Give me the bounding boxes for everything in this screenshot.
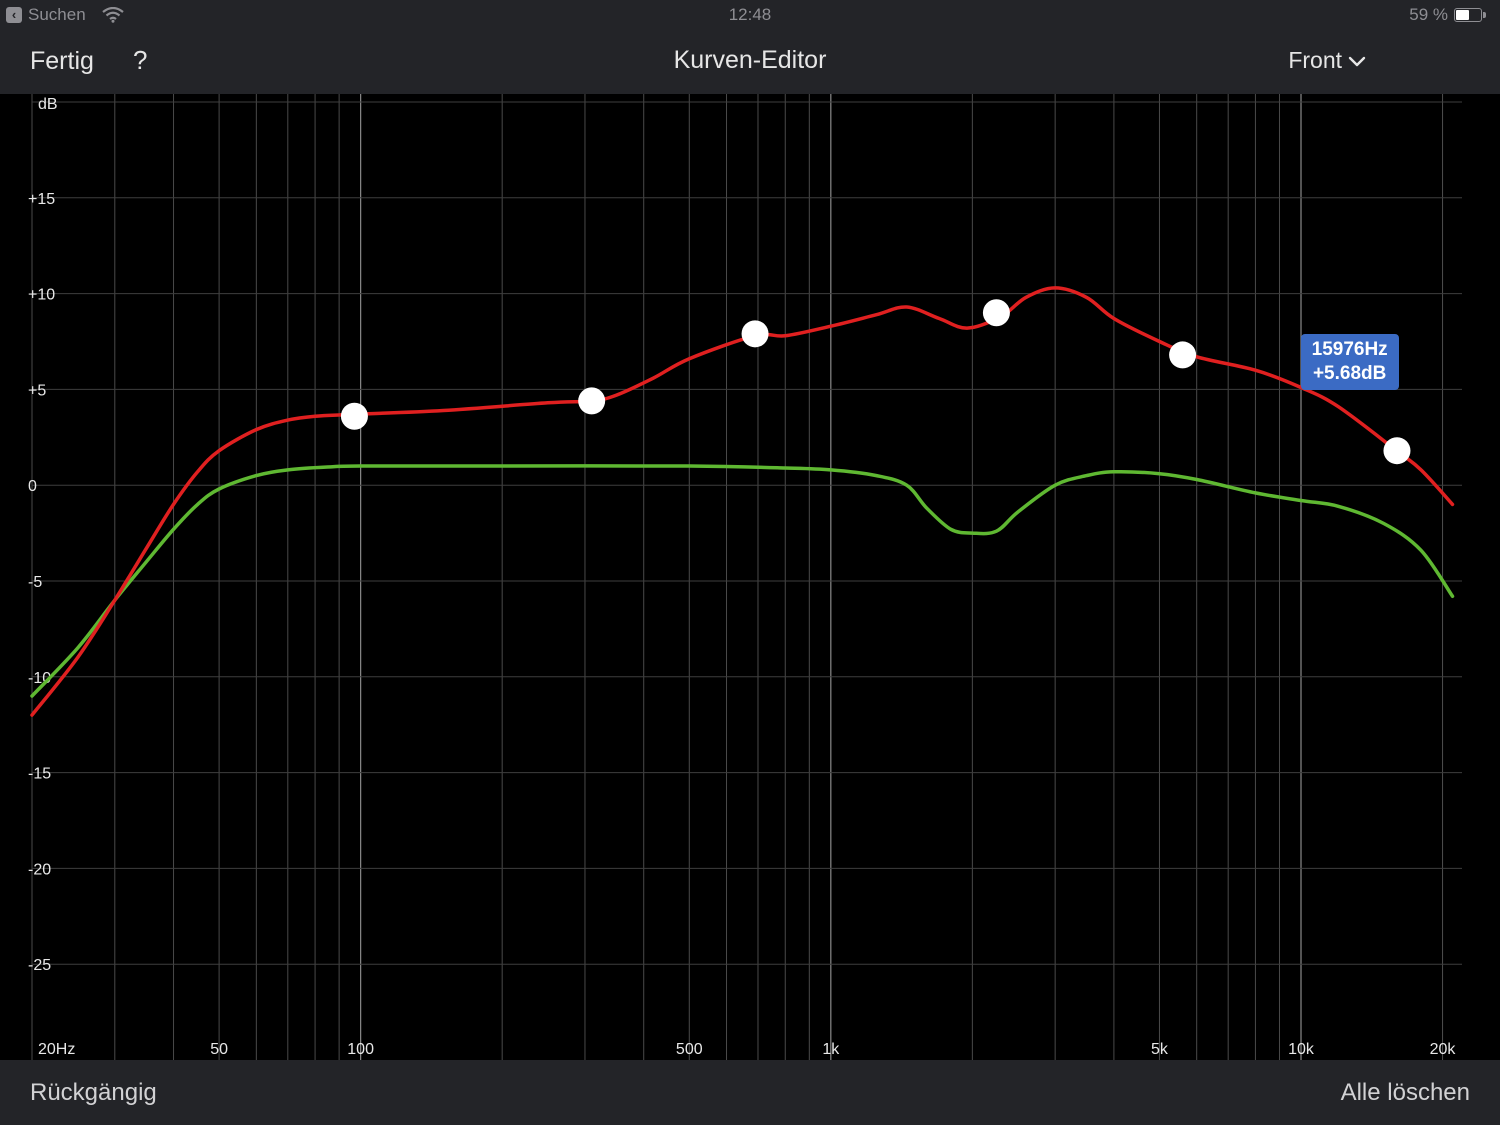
eq-curve-chart[interactable]: +15 +10 +5 0 -5 -10 -15 -20 -25 dB 20Hz 50 100 500 1k 5… xyxy=(0,94,1500,1060)
undo-button[interactable]: Rückgängig xyxy=(30,1079,157,1107)
clear-all-button[interactable]: Alle löschen xyxy=(1341,1079,1470,1107)
target-curve-line xyxy=(30,286,1455,717)
y-axis-unit-label: dB xyxy=(38,96,58,113)
tooltip-gain: +5.68dB xyxy=(1312,363,1387,385)
eq-control-point[interactable] xyxy=(741,320,769,348)
bottom-toolbar: Rückgängig Alle löschen xyxy=(0,1060,1500,1125)
x-tick-label: 100 xyxy=(347,1041,374,1058)
y-tick-label: -25 xyxy=(28,957,51,974)
x-tick-label: 1k xyxy=(822,1041,840,1058)
eq-curve-plot[interactable]: +15+10+50-5-10-15-20-25dB20Hz 50 100 500 1k 5… xyxy=(0,94,1500,1060)
page-title: Kurven-Editor xyxy=(673,46,827,74)
y-tick-label: -20 xyxy=(28,861,51,878)
point-tooltip: 15976Hz +5.68dB xyxy=(1300,334,1399,391)
y-tick-label: -15 xyxy=(28,766,51,783)
tooltip-frequency: 15976Hz xyxy=(1311,339,1388,361)
eq-control-point[interactable] xyxy=(1169,341,1197,369)
x-tick-label: 50 xyxy=(210,1041,228,1058)
y-tick-label: 0 xyxy=(28,478,37,495)
chevron-down-icon xyxy=(1348,56,1366,66)
x-tick-label: 20k xyxy=(1430,1041,1457,1058)
battery-fill xyxy=(1456,10,1469,20)
channel-selector[interactable]: Front xyxy=(1288,47,1366,74)
eq-control-point[interactable] xyxy=(340,402,368,430)
x-tick-label: 500 xyxy=(676,1041,703,1058)
y-tick-label: +5 xyxy=(28,382,46,399)
x-tick-label: 10k xyxy=(1288,1041,1315,1058)
eq-control-point[interactable] xyxy=(1383,437,1411,465)
help-button[interactable]: ? xyxy=(133,45,147,76)
done-button[interactable]: Fertig xyxy=(30,47,94,76)
eq-control-point[interactable] xyxy=(578,387,606,415)
y-tick-label: +10 xyxy=(28,287,55,304)
status-time: 12:48 xyxy=(728,5,772,24)
battery-icon xyxy=(1454,8,1486,22)
battery-percent: 59 % xyxy=(1409,5,1448,24)
x-tick-label: 20Hz xyxy=(38,1041,75,1058)
y-tick-label: -5 xyxy=(28,574,42,591)
status-bar: ‹ Suchen 12:48 59 % xyxy=(0,0,1500,30)
x-tick-label: 5k xyxy=(1151,1041,1169,1058)
y-tick-label: +15 xyxy=(28,191,55,208)
channel-selector-label: Front xyxy=(1288,47,1342,73)
eq-control-point[interactable] xyxy=(982,299,1010,327)
navigation-bar: Fertig ? Kurven-Editor Front xyxy=(0,30,1500,94)
